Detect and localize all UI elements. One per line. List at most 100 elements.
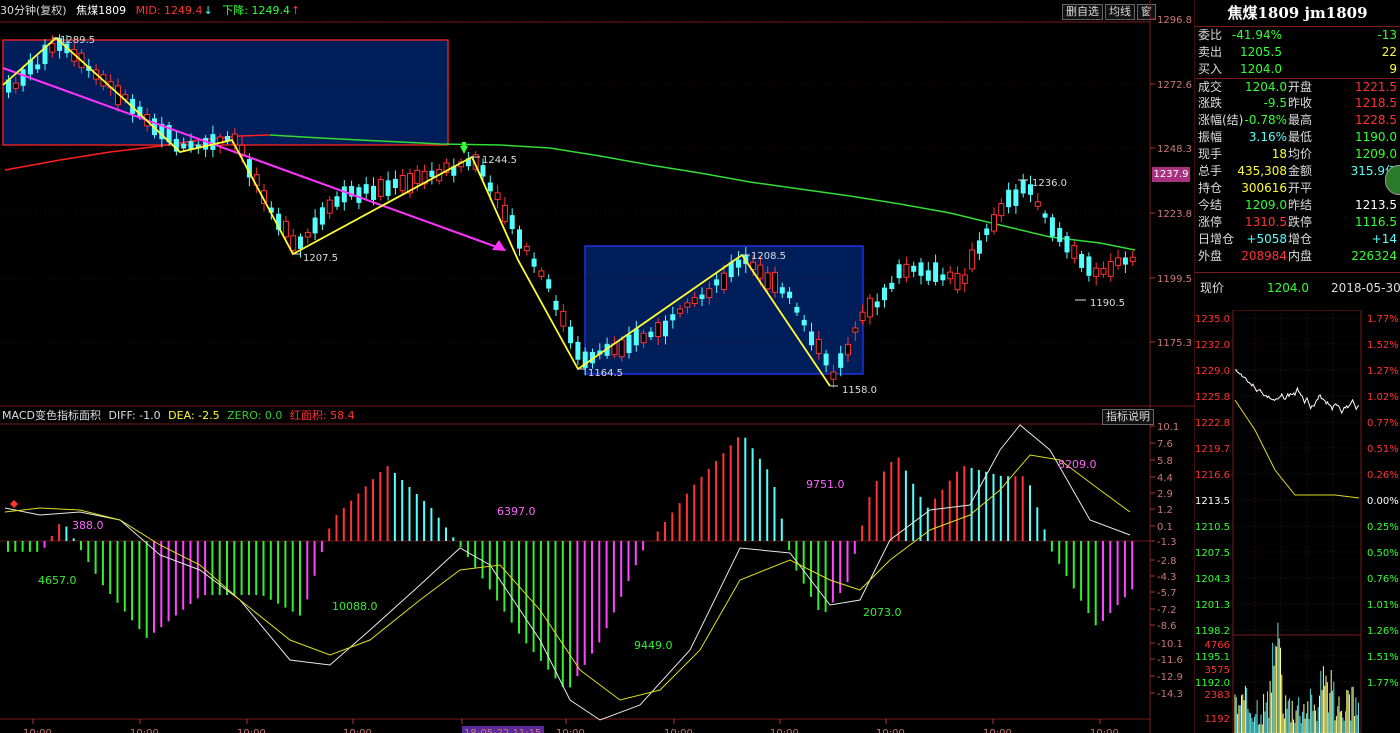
candle-down <box>429 170 435 177</box>
quote-label: 日增仓 <box>1198 232 1235 246</box>
candle-down <box>298 236 303 249</box>
mini-pct-label: 1.77% <box>1367 314 1399 325</box>
time-axis-label: 10:00 <box>343 728 372 733</box>
candle-down <box>838 353 844 368</box>
dea-line <box>4 454 1131 701</box>
now-price-value: 1204.0 <box>1267 281 1309 295</box>
candle-down <box>356 187 362 203</box>
price-axis-label: 1296.8 <box>1157 15 1192 26</box>
now-date: 2018-05-30,三 <box>1331 281 1400 295</box>
quote-row: 委比 -41.94% -13 <box>1195 27 1400 44</box>
green-moving-average-line <box>269 134 1136 251</box>
candle-up <box>326 199 333 214</box>
quote-label-2: 跌停 <box>1288 215 1313 229</box>
mini-price-label: 1204.3 <box>1195 574 1230 585</box>
quote-right-value: 1218.5 <box>1355 96 1397 110</box>
mini-price-label: 1198.2 <box>1195 626 1230 637</box>
candle-down <box>736 259 741 268</box>
time-axis-label: 10:00 <box>556 728 585 733</box>
quote-value: 435,308 <box>1237 164 1287 178</box>
candle-up <box>684 302 691 308</box>
candle-down <box>874 301 880 308</box>
mini-pct-label: 0.26% <box>1367 470 1399 481</box>
indicator-help-button[interactable]: 指标说明 <box>1102 409 1154 425</box>
mini-price-label: 1207.5 <box>1195 548 1230 559</box>
quote-label-2: 开平 <box>1288 181 1313 195</box>
candle-up <box>859 311 866 321</box>
quote-label-2: 最高 <box>1288 113 1313 127</box>
quote-value: 1205.5 <box>1240 45 1282 59</box>
candle-down <box>663 320 668 337</box>
quote-right-value: 226324 <box>1351 249 1397 263</box>
quote-right-value: 1190.0 <box>1355 130 1397 144</box>
candle-up <box>12 82 19 89</box>
candle-down <box>925 270 931 281</box>
candle-down <box>976 240 982 254</box>
candle-up <box>677 308 684 314</box>
candle-down <box>531 258 537 267</box>
signal-arrow-icon <box>460 146 468 154</box>
quote-label-2: 增仓 <box>1288 232 1313 246</box>
candle-up <box>377 178 384 197</box>
quote-right-value: 22 <box>1381 45 1397 59</box>
candlestick-chart[interactable]: 1296.8 1272.6 1248.3 1223.8 1199.5 1175.3 128… <box>0 0 1195 733</box>
mini-price-label: 1213.5 <box>1195 496 1230 507</box>
quote-label-2: 开盘 <box>1288 80 1313 94</box>
candle-down <box>1013 189 1019 206</box>
candle-down <box>1086 256 1092 276</box>
price-annotation: 1207.5 <box>303 253 338 264</box>
macd-axis-label: -5.7 <box>1157 588 1177 599</box>
candle-down <box>553 300 559 310</box>
quote-row: 外盘 208984 内盘 226324 <box>1195 248 1400 265</box>
now-price-row: 现价 1204.0 2018-05-30,三 <box>1195 280 1400 297</box>
candle-up <box>399 174 406 192</box>
quote-right-value: 1209.0 <box>1355 147 1397 161</box>
now-price-label: 现价 <box>1200 281 1225 295</box>
candle-down <box>312 217 318 234</box>
time-axis: 10:00 10:00 10:00 10:00 18-05-22 11:15 10:00 1… <box>23 719 1119 733</box>
quote-value: 1310.5 <box>1245 215 1287 229</box>
time-axis-label: 10:00 <box>983 728 1012 733</box>
mini-price-label: 1195.1 <box>1195 652 1230 663</box>
candle-up <box>523 245 530 252</box>
macd-axis-label: -2.8 <box>1157 556 1177 567</box>
candle-down <box>181 143 187 149</box>
quote-label: 总手 <box>1198 164 1223 178</box>
macd-legend-diff: DIFF: -1.0 <box>108 409 161 422</box>
candle-up <box>969 249 976 270</box>
price-annotation: 1158.0 <box>842 385 877 396</box>
candle-down <box>203 137 209 150</box>
macd-axis-label: -7.2 <box>1157 605 1177 616</box>
macd-axis-label: 5.8 <box>1157 456 1173 467</box>
quote-label: 委比 <box>1198 28 1223 42</box>
mini-pct-label: 1.26% <box>1367 626 1399 637</box>
mini-price-label: 1219.7 <box>1195 444 1230 455</box>
macd-axis-label: 0.1 <box>1157 522 1173 533</box>
candle-down <box>896 264 902 279</box>
quote-label: 今结 <box>1198 198 1223 212</box>
quote-right-value: -13 <box>1377 28 1397 42</box>
macd-axis-label: -10.1 <box>1157 639 1183 650</box>
macd-legend-dea: DEA: -2.5 <box>168 409 220 422</box>
quote-row: 涨停 1310.5 跌停 1116.5 <box>1195 214 1400 231</box>
quote-row: 现手 18 均价 1209.0 <box>1195 146 1400 163</box>
candle-up <box>414 169 421 184</box>
quote-label: 涨幅(结) <box>1198 113 1244 127</box>
candle-down <box>714 279 720 286</box>
intraday-mini-chart[interactable]: 1235.0 1.77% 1232.0 1.52% 1229.0 1.27% 1225.8 1… <box>1195 310 1400 733</box>
diff-line <box>4 424 1131 721</box>
quote-divider <box>1195 272 1400 273</box>
candle-up <box>830 371 837 380</box>
candle-up <box>852 327 859 333</box>
candle-down <box>1020 179 1026 194</box>
candle-down <box>371 185 376 200</box>
quote-value: 300616 <box>1241 181 1287 195</box>
quote-title: 焦煤1809 jm1809 <box>1227 4 1368 22</box>
macd-legend: MACD变色指标面积 DIFF: -1.0 DEA: -2.5 ZERO: 0.… <box>2 409 359 423</box>
quote-row: 振幅 3.16% 最低 1190.0 <box>1195 129 1400 146</box>
candle-down <box>1079 253 1085 268</box>
quote-value: 18 <box>1271 147 1287 161</box>
quote-label: 成交 <box>1198 80 1223 94</box>
mini-volume-label: 3575 <box>1205 665 1230 676</box>
candle-up <box>691 297 698 304</box>
